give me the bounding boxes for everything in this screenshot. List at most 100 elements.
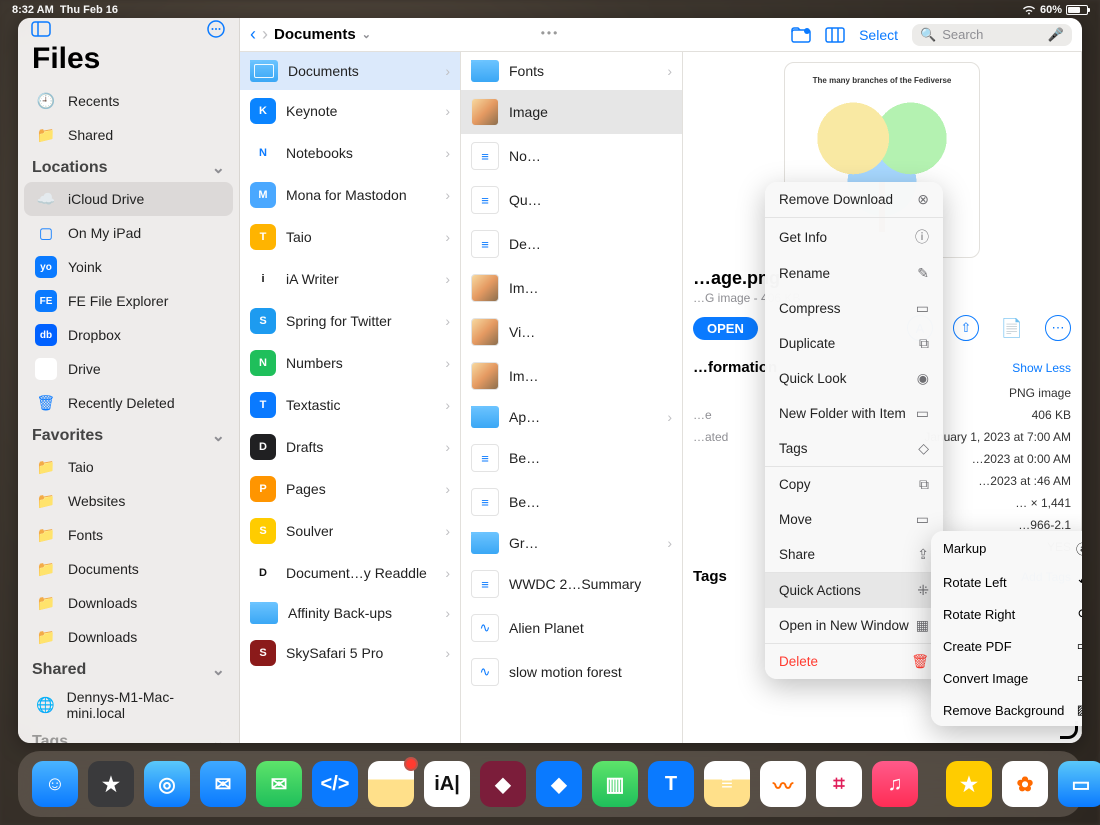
- select-button[interactable]: Select: [859, 27, 898, 43]
- sidebar-item[interactable]: 📁Fonts: [24, 518, 233, 552]
- dock-app-messages[interactable]: ✉: [256, 761, 302, 807]
- context-menu-item[interactable]: Rename✎: [765, 256, 943, 291]
- dock-app-finder[interactable]: ☺: [32, 761, 78, 807]
- context-menu-item[interactable]: Tags◇: [765, 431, 943, 466]
- list-item[interactable]: SSoulver›: [240, 510, 460, 552]
- context-menu-item[interactable]: Duplicate⧉: [765, 326, 943, 361]
- list-item[interactable]: SSkySafari 5 Pro›: [240, 632, 460, 674]
- breadcrumb[interactable]: Documents⌄: [274, 26, 371, 43]
- dock-app-affinity[interactable]: ◆: [480, 761, 526, 807]
- list-item[interactable]: NNotebooks›: [240, 132, 460, 174]
- sidebar-item[interactable]: FEFE File Explorer: [24, 284, 233, 318]
- sidebar-item[interactable]: 🕘Recents: [24, 84, 233, 118]
- list-item[interactable]: Image: [461, 90, 682, 134]
- dock-app-mail[interactable]: ✉: [200, 761, 246, 807]
- show-less-button[interactable]: Show Less: [1012, 361, 1071, 375]
- list-item[interactable]: Gr…›: [461, 524, 682, 562]
- list-item[interactable]: NNumbers›: [240, 342, 460, 384]
- sidebar-item[interactable]: 📁Shared: [24, 118, 233, 152]
- list-item[interactable]: ≡Qu…: [461, 178, 682, 222]
- open-button[interactable]: OPEN: [693, 317, 758, 340]
- list-item[interactable]: iiA Writer›: [240, 258, 460, 300]
- more-icon[interactable]: ⋯: [1045, 315, 1071, 341]
- doc-icon[interactable]: 📄: [999, 315, 1025, 341]
- list-item[interactable]: DDocument…y Readdle›: [240, 552, 460, 594]
- sidebar-item[interactable]: ☁️iCloud Drive: [24, 182, 233, 216]
- list-item[interactable]: SSpring for Twitter›: [240, 300, 460, 342]
- list-item[interactable]: Im…: [461, 354, 682, 398]
- context-menu-item[interactable]: Open in New Window▦: [765, 608, 943, 643]
- sidebar-item[interactable]: 📁Documents: [24, 552, 233, 586]
- dock-app-safari[interactable]: ◎: [144, 761, 190, 807]
- context-menu-item[interactable]: Compress▭: [765, 291, 943, 326]
- sidebar-item[interactable]: 🗑Recently Deleted: [24, 386, 233, 420]
- dock-app-music[interactable]: ♫: [872, 761, 918, 807]
- list-item[interactable]: MMona for Mastodon›: [240, 174, 460, 216]
- list-item[interactable]: ∿Alien Planet: [461, 606, 682, 650]
- sidebar-item[interactable]: 📁Taio: [24, 450, 233, 484]
- list-item[interactable]: Affinity Back-ups›: [240, 594, 460, 632]
- mic-icon[interactable]: 🎤: [1048, 27, 1064, 43]
- shared-header[interactable]: Shared⌄: [18, 654, 239, 684]
- favorites-header[interactable]: Favorites⌄: [18, 420, 239, 450]
- list-item[interactable]: ∿slow motion forest: [461, 650, 682, 694]
- context-menu-item[interactable]: Move▭: [765, 502, 943, 537]
- list-item[interactable]: Im…: [461, 266, 682, 310]
- quick-action-item[interactable]: Rotate Right⟳: [931, 598, 1082, 630]
- dock-app-tips[interactable]: ★: [946, 761, 992, 807]
- view-columns-icon[interactable]: [825, 27, 845, 43]
- sidebar-more-icon[interactable]: [205, 18, 227, 40]
- back-button[interactable]: ‹: [250, 24, 256, 45]
- search-field[interactable]: 🔍 Search 🎤: [912, 24, 1072, 46]
- list-item[interactable]: TTextastic›: [240, 384, 460, 426]
- dock-app-things[interactable]: T: [648, 761, 694, 807]
- sidebar-item[interactable]: ▢On My iPad: [24, 216, 233, 250]
- sidebar-item[interactable]: 📁Websites: [24, 484, 233, 518]
- context-menu-item[interactable]: Remove Download⊗: [765, 182, 943, 217]
- sidebar-item[interactable]: 📁Downloads: [24, 620, 233, 654]
- context-menu-item[interactable]: Quick Look◉: [765, 361, 943, 396]
- multitask-handle[interactable]: •••: [541, 26, 560, 40]
- list-item[interactable]: Vi…: [461, 310, 682, 354]
- quick-action-item[interactable]: Rotate Left⟲: [931, 566, 1082, 598]
- dock-app-files[interactable]: ▭: [1058, 761, 1100, 807]
- dock-app-notes[interactable]: [368, 761, 414, 807]
- list-item[interactable]: KKeynote›: [240, 90, 460, 132]
- dock-app-drop-over[interactable]: ★: [88, 761, 134, 807]
- list-item[interactable]: TTaio›: [240, 216, 460, 258]
- sidebar-item[interactable]: yoYoink: [24, 250, 233, 284]
- quick-action-item[interactable]: Markupⓐ: [931, 531, 1082, 566]
- share-icon[interactable]: ⇧: [953, 315, 979, 341]
- sidebar-item[interactable]: gdDrive: [24, 352, 233, 386]
- tags-header[interactable]: Tags⌄: [18, 726, 239, 743]
- dock-app-photos[interactable]: ✿: [1002, 761, 1048, 807]
- list-item[interactable]: ≡Be…: [461, 480, 682, 524]
- context-menu-item[interactable]: Get Infoⓘ: [765, 218, 943, 256]
- sidebar-toggle-icon[interactable]: [30, 18, 52, 40]
- forward-button[interactable]: ›: [262, 24, 268, 45]
- quick-action-item[interactable]: Convert Image▭: [931, 662, 1082, 694]
- list-item[interactable]: DDrafts›: [240, 426, 460, 468]
- sidebar-item[interactable]: dbDropbox: [24, 318, 233, 352]
- list-item[interactable]: ≡Be…: [461, 436, 682, 480]
- context-menu-item[interactable]: Delete🗑: [765, 644, 943, 679]
- quick-action-item[interactable]: Create PDF▭: [931, 630, 1082, 662]
- dock-app-ia-writer[interactable]: iA|: [424, 761, 470, 807]
- context-menu-item[interactable]: Quick Actions⁜: [765, 573, 943, 608]
- sidebar-item[interactable]: 🌐Dennys-M1-Mac-mini.local: [24, 684, 233, 726]
- context-menu-item[interactable]: New Folder with Item▭: [765, 396, 943, 431]
- list-item[interactable]: ≡No…: [461, 134, 682, 178]
- list-item[interactable]: PPages›: [240, 468, 460, 510]
- sidebar-item[interactable]: 📁Downloads: [24, 586, 233, 620]
- quick-action-item[interactable]: Remove Background▨: [931, 694, 1082, 726]
- locations-header[interactable]: Locations⌄: [18, 152, 239, 182]
- new-folder-icon[interactable]: [791, 27, 811, 43]
- list-item[interactable]: ≡WWDC 2…Summary: [461, 562, 682, 606]
- dock-app-slack[interactable]: ⌗: [816, 761, 862, 807]
- dock-app-numbers[interactable]: ▥: [592, 761, 638, 807]
- list-item[interactable]: ≡De…: [461, 222, 682, 266]
- list-item[interactable]: Documents›: [240, 52, 460, 90]
- dock-app-notes2[interactable]: ≡: [704, 761, 750, 807]
- context-menu-item[interactable]: Share⇪: [765, 537, 943, 572]
- dock-app-freeform[interactable]: 〰: [760, 761, 806, 807]
